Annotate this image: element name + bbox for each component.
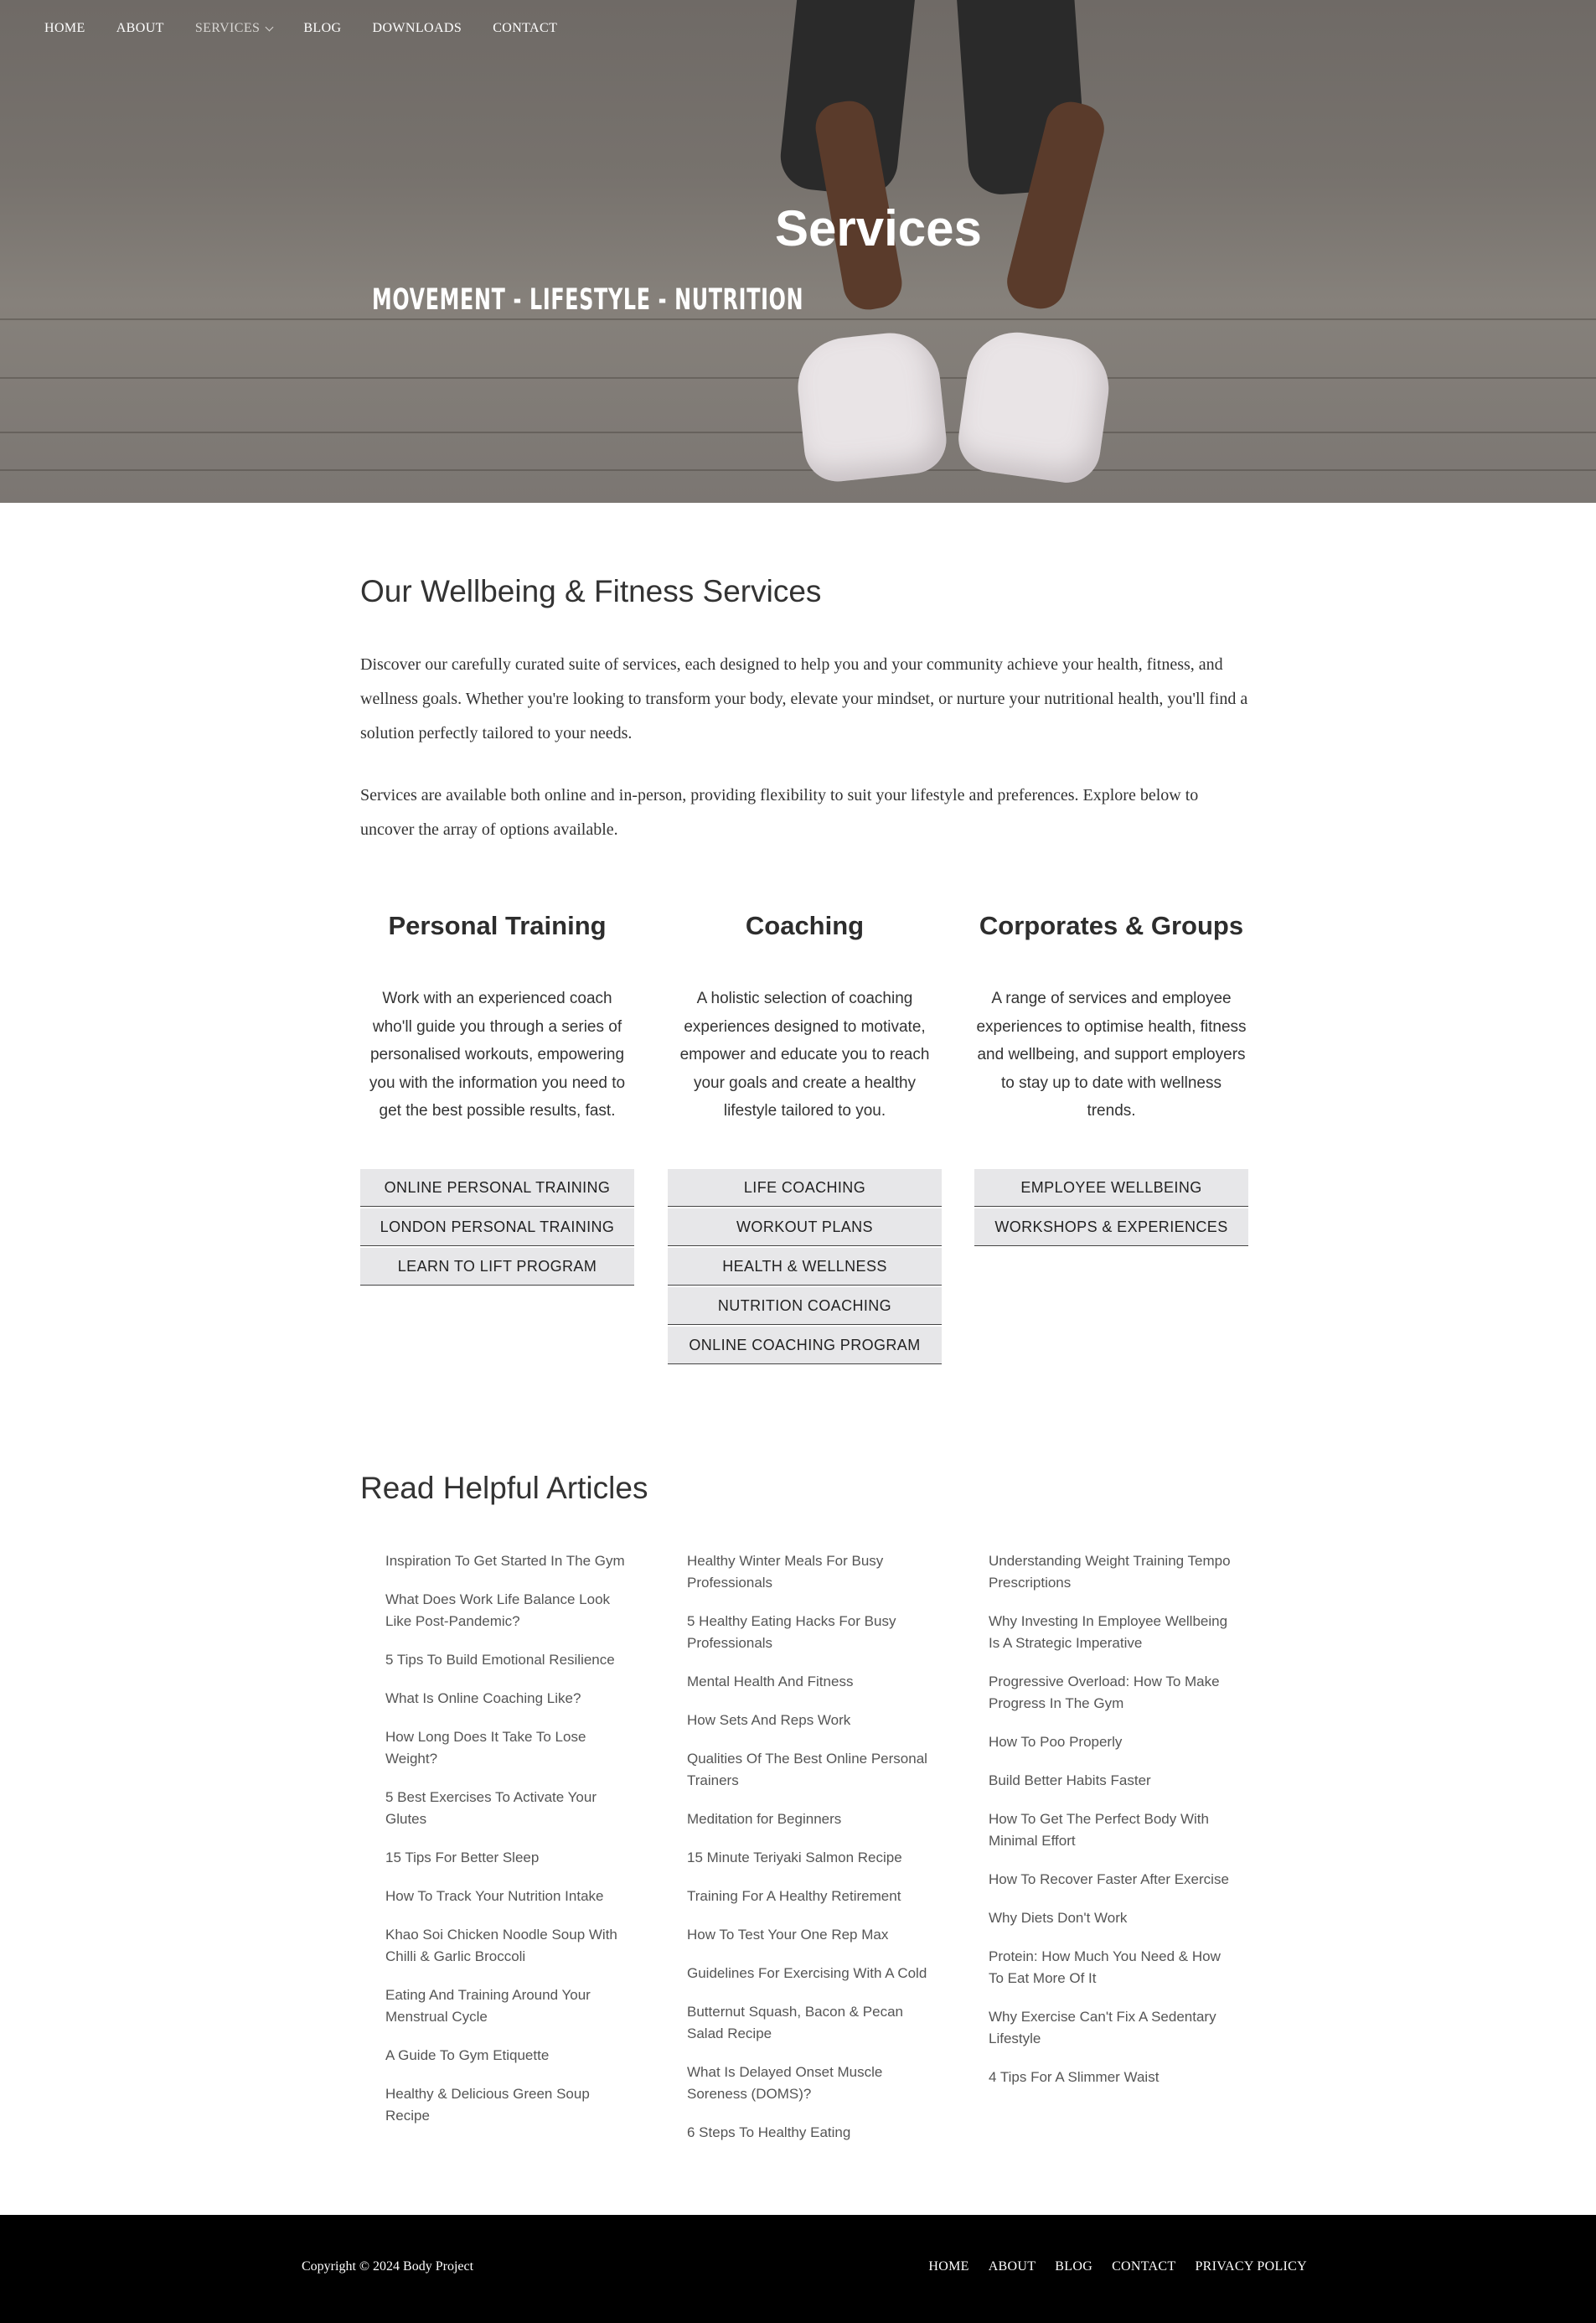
corporates-buttons: EMPLOYEE WELLBEING WORKSHOPS & EXPERIENC…: [974, 1169, 1248, 1248]
service-title: Personal Training: [388, 911, 607, 940]
articles-column-2: Healthy Winter Meals For Busy Profession…: [687, 1550, 930, 2160]
article-link[interactable]: What Is Delayed Onset Muscle Soreness (D…: [687, 2062, 930, 2105]
article-link[interactable]: A Guide To Gym Etiquette: [385, 2045, 628, 2067]
life-coaching-button[interactable]: LIFE COACHING: [668, 1169, 942, 1207]
article-link[interactable]: Eating And Training Around Your Menstrua…: [385, 1984, 628, 2028]
article-link[interactable]: How Sets And Reps Work: [687, 1710, 930, 1731]
article-link[interactable]: Healthy & Delicious Green Soup Recipe: [385, 2083, 628, 2127]
article-link[interactable]: How To Poo Properly: [989, 1731, 1232, 1753]
article-link[interactable]: Build Better Habits Faster: [989, 1770, 1232, 1792]
intro-paragraph-1: Discover our carefully curated suite of …: [360, 655, 1248, 742]
footer-link-contact[interactable]: CONTACT: [1112, 2259, 1175, 2274]
article-link[interactable]: 15 Tips For Better Sleep: [385, 1847, 628, 1869]
london-personal-training-button[interactable]: LONDON PERSONAL TRAINING: [360, 1208, 634, 1246]
article-link[interactable]: How To Recover Faster After Exercise: [989, 1869, 1232, 1891]
hero-image-shoe: [793, 328, 950, 485]
article-link[interactable]: Why Diets Don't Work: [989, 1907, 1232, 1929]
nav-blog[interactable]: BLOG: [303, 21, 341, 36]
service-description: A holistic selection of coaching experie…: [679, 990, 930, 1120]
hero-subtitle: MOVEMENT - LIFESTYLE - NUTRITION: [372, 283, 804, 317]
nav-downloads[interactable]: DOWNLOADS: [372, 21, 462, 36]
employee-wellbeing-button[interactable]: EMPLOYEE WELLBEING: [974, 1169, 1248, 1207]
site-footer: Copyright © 2024 Body Project HOME ABOUT…: [0, 2215, 1596, 2323]
footer-nav: HOME ABOUT BLOG CONTACT PRIVACY POLICY: [909, 2259, 1307, 2274]
online-coaching-program-button[interactable]: ONLINE COACHING PROGRAM: [668, 1327, 942, 1364]
service-description: A range of services and employee experie…: [976, 990, 1247, 1120]
nav-contact[interactable]: CONTACT: [493, 21, 557, 36]
nutrition-coaching-button[interactable]: NUTRITION COACHING: [668, 1287, 942, 1325]
online-personal-training-button[interactable]: ONLINE PERSONAL TRAINING: [360, 1169, 634, 1207]
learn-to-lift-button[interactable]: LEARN TO LIFT PROGRAM: [360, 1248, 634, 1286]
footer-link-about[interactable]: ABOUT: [989, 2259, 1036, 2274]
intro-paragraph-2: Services are available both online and i…: [360, 786, 1199, 839]
article-link[interactable]: Progressive Overload: How To Make Progre…: [989, 1671, 1232, 1715]
service-personal-training: Personal Training Work with an experienc…: [360, 905, 634, 1125]
copyright-text: Copyright © 2024 Body Project: [302, 2259, 474, 2274]
article-link[interactable]: Guidelines For Exercising With A Cold: [687, 1963, 930, 1984]
article-link[interactable]: 15 Minute Teriyaki Salmon Recipe: [687, 1847, 930, 1869]
article-link[interactable]: How Long Does It Take To Lose Weight?: [385, 1726, 628, 1770]
article-link[interactable]: What Does Work Life Balance Look Like Po…: [385, 1589, 628, 1632]
articles-heading: Read Helpful Articles: [360, 1471, 648, 1505]
hero-plank-line: [0, 432, 1596, 433]
article-link[interactable]: How To Get The Perfect Body With Minimal…: [989, 1808, 1232, 1852]
article-link[interactable]: 5 Best Exercises To Activate Your Glutes: [385, 1787, 628, 1830]
page-title: Services: [775, 200, 982, 256]
article-link[interactable]: Protein: How Much You Need & How To Eat …: [989, 1946, 1232, 1989]
health-wellness-button[interactable]: HEALTH & WELLNESS: [668, 1248, 942, 1286]
article-link[interactable]: 5 Healthy Eating Hacks For Busy Professi…: [687, 1611, 930, 1654]
article-link[interactable]: How To Track Your Nutrition Intake: [385, 1886, 628, 1907]
hero-banner: HOME ABOUT SERVICES BLOG DOWNLOADS CONTA…: [0, 0, 1596, 503]
article-link[interactable]: Why Investing In Employee Wellbeing Is A…: [989, 1611, 1232, 1654]
service-corporates-groups: Corporates & Groups A range of services …: [974, 905, 1248, 1125]
coaching-buttons: LIFE COACHING WORKOUT PLANS HEALTH & WEL…: [668, 1169, 942, 1366]
article-link[interactable]: Understanding Weight Training Tempo Pres…: [989, 1550, 1232, 1594]
article-link[interactable]: Why Exercise Can't Fix A Sedentary Lifes…: [989, 2006, 1232, 2050]
nav-home[interactable]: HOME: [44, 21, 85, 36]
article-link[interactable]: Meditation for Beginners: [687, 1808, 930, 1830]
main-nav: HOME ABOUT SERVICES BLOG DOWNLOADS CONTA…: [44, 21, 588, 36]
chevron-down-icon: [265, 23, 274, 31]
article-link[interactable]: Training For A Healthy Retirement: [687, 1886, 930, 1907]
service-title: Coaching: [745, 911, 865, 940]
article-link[interactable]: 5 Tips To Build Emotional Resilience: [385, 1649, 628, 1671]
article-link[interactable]: Inspiration To Get Started In The Gym: [385, 1550, 628, 1572]
service-title: Corporates & Groups: [979, 911, 1244, 940]
workshops-experiences-button[interactable]: WORKSHOPS & EXPERIENCES: [974, 1208, 1248, 1246]
hero-plank-line: [0, 469, 1596, 471]
nav-services-label: SERVICES: [194, 21, 261, 35]
article-link[interactable]: How To Test Your One Rep Max: [687, 1924, 930, 1946]
articles-column-1: Inspiration To Get Started In The Gym Wh…: [385, 1550, 628, 2144]
article-link[interactable]: Khao Soi Chicken Noodle Soup With Chilli…: [385, 1924, 628, 1968]
services-heading: Our Wellbeing & Fitness Services: [360, 574, 822, 608]
footer-link-privacy-policy[interactable]: PRIVACY POLICY: [1195, 2259, 1307, 2274]
articles-column-3: Understanding Weight Training Tempo Pres…: [989, 1550, 1232, 2105]
footer-link-blog[interactable]: BLOG: [1055, 2259, 1092, 2274]
article-link[interactable]: 6 Steps To Healthy Eating: [687, 2122, 930, 2144]
service-description: Work with an experienced coach who'll gu…: [369, 990, 626, 1120]
footer-link-home[interactable]: HOME: [928, 2259, 968, 2274]
article-link[interactable]: Mental Health And Fitness: [687, 1671, 930, 1693]
article-link[interactable]: Qualities Of The Best Online Personal Tr…: [687, 1748, 930, 1792]
hero-image-shoe: [953, 325, 1116, 488]
personal-training-buttons: ONLINE PERSONAL TRAINING LONDON PERSONAL…: [360, 1169, 634, 1287]
service-coaching: Coaching A holistic selection of coachin…: [668, 905, 942, 1125]
nav-about[interactable]: ABOUT: [116, 21, 164, 36]
article-link[interactable]: What Is Online Coaching Like?: [385, 1688, 628, 1710]
nav-services[interactable]: SERVICES: [194, 21, 274, 36]
workout-plans-button[interactable]: WORKOUT PLANS: [668, 1208, 942, 1246]
article-link[interactable]: Healthy Winter Meals For Busy Profession…: [687, 1550, 930, 1594]
article-link[interactable]: 4 Tips For A Slimmer Waist: [989, 2067, 1232, 2088]
hero-plank-line: [0, 318, 1596, 320]
article-link[interactable]: Butternut Squash, Bacon & Pecan Salad Re…: [687, 2001, 930, 2045]
